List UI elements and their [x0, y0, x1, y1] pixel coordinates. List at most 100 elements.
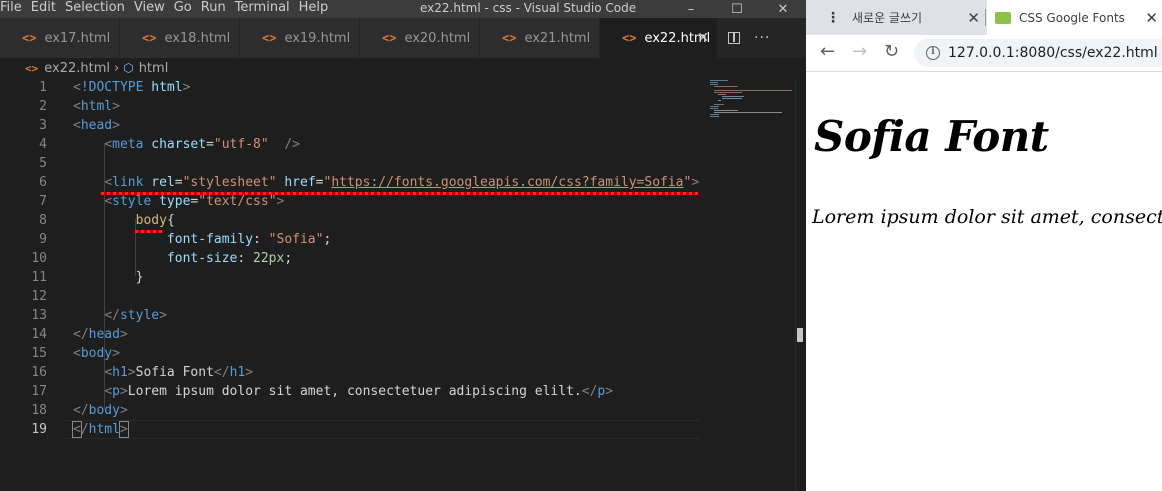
minimap-line	[714, 112, 782, 113]
w3schools-favicon-icon	[995, 11, 1011, 24]
line-number: 14	[31, 327, 47, 342]
code-line: 7 <style type="text/css">	[0, 192, 700, 211]
browser-tab-strip: ⋮ 새로운 글쓰기 ✕ CSS Google Fonts ✕	[806, 0, 1162, 35]
code-line: 9 font-family: "Sofia";	[0, 230, 700, 249]
line-number: 4	[39, 137, 47, 152]
html-file-icon: <>	[502, 31, 517, 45]
minimap-line	[718, 100, 721, 101]
web-page-content: Sofia Font Lorem ipsum dolor sit amet, c…	[806, 72, 1162, 491]
maximize-icon[interactable]: ☐	[714, 0, 760, 18]
breadcrumb-file[interactable]: ex22.html	[44, 61, 110, 76]
chevron-right-icon: ›	[114, 60, 120, 76]
line-number: 11	[31, 270, 47, 285]
tab-label: ex19.html	[284, 30, 351, 46]
vertical-scrollbar[interactable]	[795, 78, 806, 491]
minimap-line	[718, 94, 726, 95]
code-line: 11 }	[0, 268, 700, 287]
split-editor-icon[interactable]	[728, 32, 740, 44]
minimap-line	[714, 104, 724, 105]
code-line: 17 <p>Lorem ipsum dolor sit amet, consec…	[0, 382, 700, 401]
tab-ex21[interactable]: <> ex21.html	[480, 18, 600, 58]
browser-window: ⋮ 새로운 글쓰기 ✕ CSS Google Fonts ✕ ← → ↻ i 1…	[806, 0, 1162, 491]
code-line: 10 font-size: 22px;	[0, 249, 700, 268]
menu-bar: File Edit Selection View Go Run Terminal…	[0, 0, 337, 18]
line-number: 1	[39, 80, 47, 95]
menu-edit[interactable]: Edit	[31, 0, 65, 18]
minimap-line	[710, 82, 718, 83]
back-arrow-icon[interactable]: ←	[820, 43, 835, 61]
breadcrumb-symbol[interactable]: html	[139, 61, 169, 76]
html-file-icon: <>	[262, 31, 277, 45]
minimap-line	[722, 96, 744, 97]
line-number: 19	[31, 422, 47, 437]
page-heading: Sofia Font	[814, 112, 1049, 161]
code-line: 15 <body>	[0, 344, 700, 363]
minimap-line	[714, 90, 792, 91]
minimap-line	[710, 106, 719, 107]
tab-ex18[interactable]: <> ex18.html	[120, 18, 240, 58]
menu-terminal[interactable]: Terminal	[235, 0, 299, 18]
browser-tab-label: 새로운 글쓰기	[852, 11, 923, 25]
tab-ex22[interactable]: <> ex22.html ✕	[600, 18, 718, 58]
minimap-line	[710, 116, 719, 117]
html-file-icon: <>	[22, 31, 37, 45]
tab-label: ex21.html	[524, 30, 591, 46]
more-actions-icon[interactable]: ···	[754, 30, 770, 46]
code-line: 8 body{	[0, 211, 700, 230]
close-tab-icon[interactable]: ✕	[697, 30, 709, 46]
code-line: 16 <h1>Sofia Font</h1>	[0, 363, 700, 382]
browser-tab-new-post[interactable]: ⋮ 새로운 글쓰기 ✕	[826, 0, 984, 35]
forward-arrow-icon[interactable]: →	[852, 43, 867, 61]
minimize-icon[interactable]: –	[668, 0, 714, 18]
menu-file[interactable]: File	[0, 0, 31, 18]
tab-actions: ···	[718, 18, 770, 58]
html-file-icon: <>	[25, 61, 39, 75]
minimap[interactable]	[700, 78, 795, 491]
line-number: 15	[31, 346, 47, 361]
code-line: 18 </body>	[0, 401, 700, 420]
line-number: 8	[39, 213, 47, 228]
line-number: 6	[39, 175, 47, 190]
tab-label: ex17.html	[44, 30, 111, 46]
line-number: 13	[31, 308, 47, 323]
html-file-icon: <>	[142, 31, 157, 45]
site-info-icon[interactable]: i	[926, 46, 940, 60]
menu-help[interactable]: Help	[299, 0, 338, 18]
tab-ex20[interactable]: <> ex20.html	[360, 18, 480, 58]
code-line: 5	[0, 154, 700, 173]
close-tab-icon[interactable]: ✕	[967, 9, 980, 27]
minimap-line	[710, 84, 718, 85]
browser-tab-css-google-fonts[interactable]: CSS Google Fonts ✕	[987, 0, 1162, 35]
code-line: 14 </head>	[0, 325, 700, 344]
address-bar[interactable]: i 127.0.0.1:8080/css/ex22.html	[914, 39, 1162, 67]
scrollbar-thumb[interactable]	[797, 328, 803, 342]
menu-go[interactable]: Go	[174, 0, 201, 18]
code-editor[interactable]: 1 <!DOCTYPE html> 2 <html> 3 <head> 4 <meta…	[0, 78, 700, 491]
close-window-icon[interactable]: ✕	[760, 0, 806, 18]
code-line: 2 <html>	[0, 97, 700, 116]
line-number: 10	[31, 251, 47, 266]
menu-view[interactable]: View	[134, 0, 174, 18]
url-text[interactable]: 127.0.0.1:8080/css/ex22.html	[948, 45, 1158, 61]
reload-icon[interactable]: ↻	[884, 43, 899, 61]
code-line: 13 </style>	[0, 306, 700, 325]
tab-label: ex18.html	[164, 30, 231, 46]
browser-toolbar: ← → ↻ i 127.0.0.1:8080/css/ex22.html	[806, 35, 1162, 72]
tab-label: ex20.html	[404, 30, 471, 46]
tab-ex19[interactable]: <> ex19.html	[240, 18, 360, 58]
line-number: 5	[39, 156, 47, 171]
minimap-line	[714, 86, 738, 87]
minimap-line	[710, 114, 719, 115]
line-number: 3	[39, 118, 47, 133]
minimap-line	[714, 92, 742, 93]
tab-ex17[interactable]: <> ex17.html	[0, 18, 120, 58]
minimap-line	[722, 98, 742, 99]
minimap-line	[710, 80, 728, 81]
html-file-icon: <>	[622, 31, 637, 45]
menu-run[interactable]: Run	[201, 0, 235, 18]
close-tab-icon[interactable]: ✕	[1145, 9, 1158, 27]
tab-divider	[985, 9, 986, 26]
vscode-window: File Edit Selection View Go Run Terminal…	[0, 0, 806, 491]
menu-selection[interactable]: Selection	[65, 0, 134, 18]
line-number: 16	[31, 365, 47, 380]
